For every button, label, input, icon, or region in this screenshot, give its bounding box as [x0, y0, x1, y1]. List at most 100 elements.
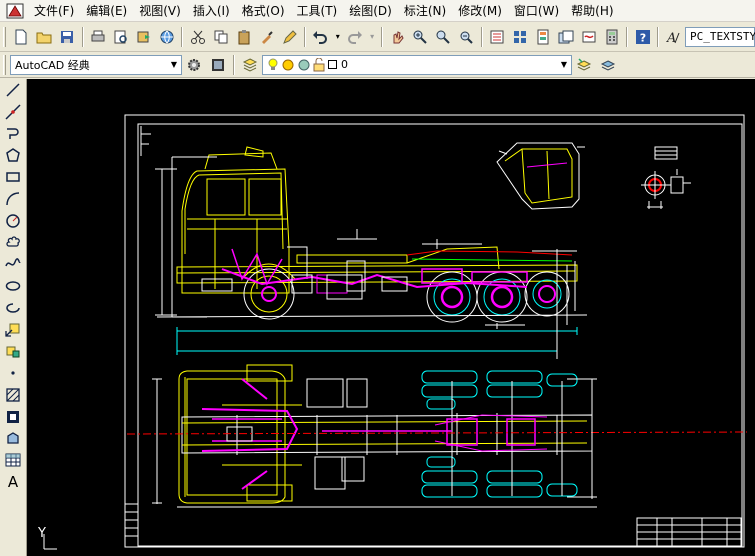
zoom-realtime-button[interactable]: [410, 26, 431, 48]
design-center-icon: [513, 30, 526, 43]
sheet-set-manager-button[interactable]: [555, 26, 576, 48]
menu-window[interactable]: 窗口(W): [508, 1, 565, 21]
save-workspace-button[interactable]: [207, 54, 229, 76]
undo-button[interactable]: [310, 26, 331, 48]
menu-dimension[interactable]: 标注(N): [398, 1, 452, 21]
plot-preview-button[interactable]: [111, 26, 132, 48]
zoom-previous-button[interactable]: [456, 26, 477, 48]
menu-file[interactable]: 文件(F): [28, 1, 80, 21]
standard-toolbar: ▾ ▾ ? A PC_TEXTSTY: [0, 22, 755, 52]
draw-polyline-button[interactable]: [1, 123, 25, 145]
hatch-button[interactable]: [1, 384, 25, 406]
chevron-down-icon[interactable]: ▼: [557, 56, 571, 74]
layer-previous-button[interactable]: [597, 54, 619, 76]
revision-cloud-button[interactable]: [1, 232, 25, 254]
draw-rectangle-button[interactable]: [1, 166, 25, 188]
layers-icon: [242, 57, 258, 72]
hatch-icon: [6, 388, 20, 402]
front-section-view: [641, 146, 691, 209]
publish-button[interactable]: [134, 26, 155, 48]
help-button[interactable]: ?: [632, 26, 653, 48]
quick-calc-button[interactable]: [601, 26, 622, 48]
design-center-button[interactable]: [510, 26, 531, 48]
redo-button[interactable]: [344, 26, 365, 48]
menu-modify[interactable]: 修改(M): [452, 1, 508, 21]
drawing-area: Y: [37, 114, 748, 550]
arc-icon: [6, 192, 20, 205]
new-file-button[interactable]: [11, 26, 32, 48]
undo-dropdown[interactable]: ▾: [333, 26, 343, 48]
plot-preview-icon: [114, 30, 127, 43]
menu-help[interactable]: 帮助(H): [565, 1, 619, 21]
toolbar-grip[interactable]: [3, 54, 6, 75]
tool-palettes-button[interactable]: [532, 26, 553, 48]
layer-combo[interactable]: 0 ▼: [262, 54, 572, 75]
make-block-icon: [6, 346, 20, 358]
table-icon: [5, 453, 21, 467]
gear-icon: [188, 58, 200, 71]
menu-view[interactable]: 视图(V): [133, 1, 187, 21]
markup-set-button[interactable]: [578, 26, 599, 48]
draw-ellipse-button[interactable]: [1, 275, 25, 297]
menu-format[interactable]: 格式(O): [236, 1, 291, 21]
insert-block-button[interactable]: [1, 319, 25, 341]
spline-icon: [5, 258, 21, 267]
properties-button[interactable]: [487, 26, 508, 48]
redo-dropdown[interactable]: ▾: [367, 26, 377, 48]
paste-button[interactable]: [233, 26, 254, 48]
pencil-icon: [282, 29, 297, 44]
scissors-icon: [190, 30, 205, 44]
menu-edit[interactable]: 编辑(E): [80, 1, 133, 21]
workspace-combo[interactable]: AutoCAD 经典 ▼: [10, 54, 182, 75]
multiline-text-button[interactable]: A: [1, 471, 25, 493]
workspace-settings-button[interactable]: [183, 54, 205, 76]
properties-icon: [490, 30, 504, 43]
menu-insert[interactable]: 插入(I): [187, 1, 236, 21]
text-style-combo[interactable]: PC_TEXTSTY: [684, 26, 755, 47]
plan-view: [126, 364, 748, 508]
draw-arc-button[interactable]: [1, 188, 25, 210]
open-file-button[interactable]: [34, 26, 55, 48]
pan-realtime-button[interactable]: [387, 26, 408, 48]
gradient-button[interactable]: [1, 406, 25, 428]
menu-draw[interactable]: 绘图(D): [343, 1, 398, 21]
draw-toolbar: A: [0, 79, 27, 556]
draw-spline-button[interactable]: [1, 253, 25, 275]
region-icon: [7, 431, 19, 444]
make-block-button[interactable]: [1, 341, 25, 363]
table-button[interactable]: [1, 450, 25, 472]
block-editor-button[interactable]: [279, 26, 300, 48]
layer-color-swatch: [328, 60, 337, 69]
menu-tools[interactable]: 工具(T): [291, 1, 344, 21]
region-button[interactable]: [1, 428, 25, 450]
cut-button[interactable]: [187, 26, 208, 48]
draw-circle-button[interactable]: [1, 210, 25, 232]
side-view: [155, 146, 588, 359]
layer-current-icon: [576, 57, 592, 71]
save-button[interactable]: [57, 26, 78, 48]
drawing-canvas[interactable]: Y: [27, 79, 755, 556]
polygon-icon: [6, 148, 20, 163]
draw-point-button[interactable]: [1, 362, 25, 384]
make-object-layer-current-button[interactable]: [573, 54, 595, 76]
draw-ellipse-arc-button[interactable]: [1, 297, 25, 319]
clipboard-icon: [238, 29, 250, 44]
toolbar-grip[interactable]: [3, 26, 6, 47]
match-properties-button[interactable]: [256, 26, 277, 48]
autocad-app-icon[interactable]: [6, 3, 24, 19]
layer-properties-button[interactable]: [239, 54, 261, 76]
publish-web-button[interactable]: [156, 26, 177, 48]
chevron-down-icon[interactable]: ▼: [167, 56, 181, 74]
text-style-value: PC_TEXTSTY: [689, 30, 755, 43]
draw-construction-line-button[interactable]: [1, 101, 25, 123]
rectangle-icon: [6, 172, 20, 182]
draw-polygon-button[interactable]: [1, 144, 25, 166]
print-button[interactable]: [88, 26, 109, 48]
draw-line-button[interactable]: [1, 79, 25, 101]
zoom-window-button[interactable]: [433, 26, 454, 48]
copy-button[interactable]: [210, 26, 231, 48]
save-icon: [61, 30, 74, 43]
text-style-button[interactable]: A: [663, 26, 684, 48]
print-icon: [91, 30, 105, 41]
undo-icon: [313, 30, 328, 44]
